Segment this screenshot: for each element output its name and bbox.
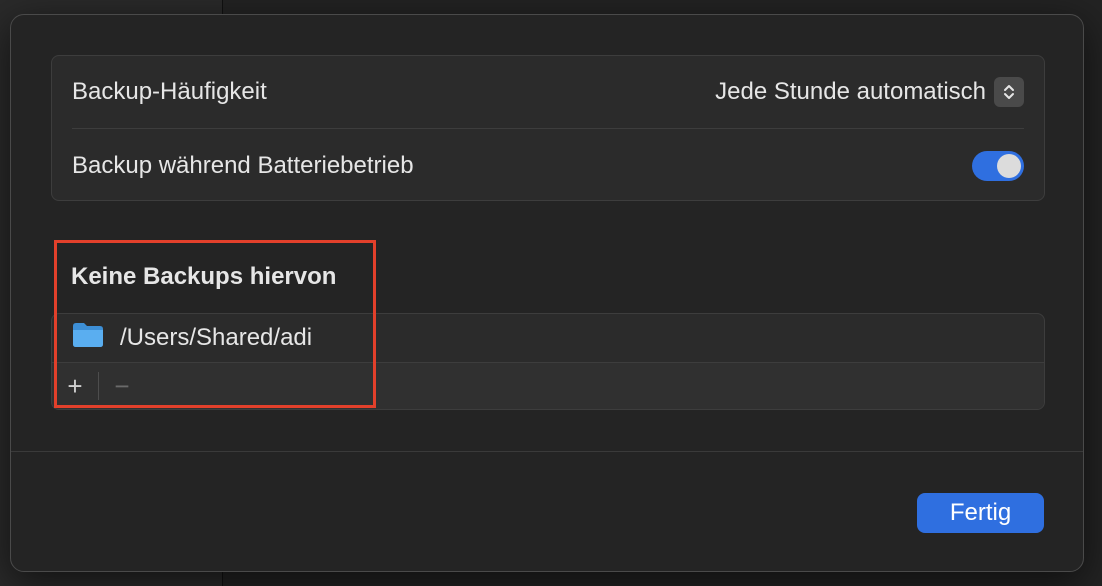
backup-frequency-popup[interactable]: Jede Stunde automatisch <box>715 77 1024 107</box>
backup-options-sheet: Backup-Häufigkeit Jede Stunde automatisc… <box>10 14 1084 572</box>
remove-exclusion-button[interactable]: − <box>99 363 145 409</box>
backup-frequency-row: Backup-Häufigkeit Jede Stunde automatisc… <box>52 56 1044 128</box>
footer-separator <box>11 451 1083 452</box>
exclusions-title: Keine Backups hiervon <box>71 263 337 290</box>
add-exclusion-button[interactable]: + <box>52 363 98 409</box>
battery-backup-label: Backup während Batteriebetrieb <box>72 152 414 179</box>
settings-group: Backup-Häufigkeit Jede Stunde automatisc… <box>51 55 1045 201</box>
folder-icon <box>72 322 104 355</box>
row-divider <box>72 128 1024 129</box>
battery-backup-row: Backup während Batteriebetrieb <box>52 130 1044 202</box>
excluded-path: /Users/Shared/adi <box>120 324 313 351</box>
backup-frequency-value: Jede Stunde automatisch <box>715 78 986 105</box>
exclusions-list: /Users/Shared/adi + − <box>51 313 1045 410</box>
up-down-chevron-icon[interactable] <box>994 77 1024 107</box>
list-item[interactable]: /Users/Shared/adi <box>52 314 1044 362</box>
list-toolbar: + − <box>52 362 1044 409</box>
done-button[interactable]: Fertig <box>917 493 1044 533</box>
backup-frequency-label: Backup-Häufigkeit <box>72 78 267 105</box>
toggle-knob <box>997 154 1021 178</box>
battery-backup-toggle[interactable] <box>972 151 1024 181</box>
